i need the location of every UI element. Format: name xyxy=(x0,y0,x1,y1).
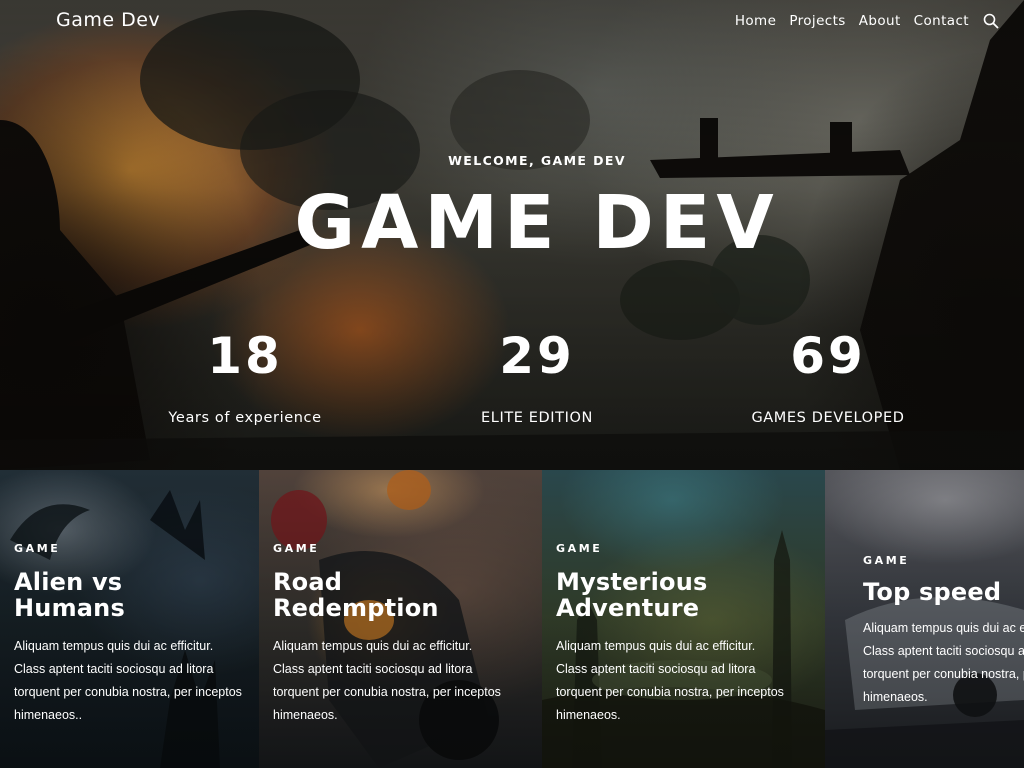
card-title[interactable]: Mysterious Adventure xyxy=(556,569,819,621)
card-tag: GAME xyxy=(273,542,320,555)
main-nav: Home Projects About Contact xyxy=(735,12,1000,30)
stat-value: 18 xyxy=(207,327,283,385)
card-tag: GAME xyxy=(14,542,61,555)
game-card[interactable]: GAME Alien vs Humans Aliquam tempus quis… xyxy=(0,470,259,768)
card-title[interactable]: Alien vs Humans xyxy=(14,569,253,621)
stat-elite: 29 ELITE EDITION xyxy=(437,328,637,426)
card-title[interactable]: Top speed xyxy=(863,579,1018,605)
card-description: Aliquam tempus quis dui ac efficitur. Cl… xyxy=(556,639,784,722)
game-card[interactable]: GAME Road Redemption Aliquam tempus quis… xyxy=(259,470,542,768)
stat-years: 18 Years of experience xyxy=(145,328,345,426)
nav-projects[interactable]: Projects xyxy=(789,13,845,29)
stat-label: GAMES DEVELOPED xyxy=(751,410,905,426)
hero-title: GAME DEV xyxy=(294,180,780,266)
stat-value: 29 xyxy=(499,327,575,385)
game-card[interactable]: GAME Mysterious Adventure Aliquam tempus… xyxy=(542,470,825,768)
card-description: Aliquam tempus quis dui ac efficitur. Cl… xyxy=(14,639,242,722)
card-tag: GAME xyxy=(556,542,603,555)
card-description: Aliquam tempus quis dui ac efficitur. Cl… xyxy=(863,621,1024,704)
stat-value: 69 xyxy=(790,327,866,385)
stat-label: Years of experience xyxy=(168,410,322,426)
search-icon[interactable] xyxy=(982,12,1000,30)
hero-banner: Game Dev Home Projects About Contact WEL… xyxy=(0,0,1024,470)
nav-home[interactable]: Home xyxy=(735,13,776,29)
site-logo[interactable]: Game Dev xyxy=(56,9,160,31)
stat-games: 69 GAMES DEVELOPED xyxy=(728,328,928,426)
card-description: Aliquam tempus quis dui ac efficitur. Cl… xyxy=(273,639,501,722)
hero-welcome: WELCOME, GAME DEV xyxy=(448,153,626,168)
card-title[interactable]: Road Redemption xyxy=(273,569,536,621)
game-cards: GAME Alien vs Humans Aliquam tempus quis… xyxy=(0,470,1024,768)
stat-label: ELITE EDITION xyxy=(481,410,593,426)
nav-contact[interactable]: Contact xyxy=(914,13,969,29)
nav-about[interactable]: About xyxy=(859,13,901,29)
card-tag: GAME xyxy=(863,554,910,567)
game-card[interactable]: GAME Top speed Aliquam tempus quis dui a… xyxy=(825,470,1024,768)
